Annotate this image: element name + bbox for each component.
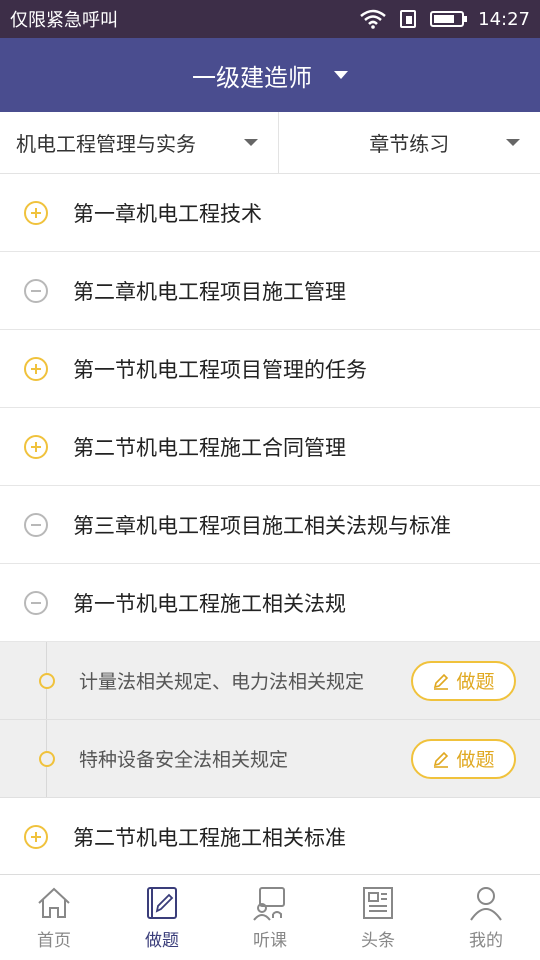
chapter-row[interactable]: 第二章机电工程项目施工管理 <box>0 252 540 330</box>
sim-icon <box>400 10 417 28</box>
newspaper-icon <box>363 887 393 919</box>
tab-lecture[interactable]: 听课 <box>216 875 324 960</box>
chapter-row[interactable]: 第二节机电工程施工合同管理 <box>0 408 540 486</box>
chapter-row[interactable]: 第一节机电工程施工相关法规 <box>0 564 540 642</box>
collapse-minus-icon[interactable] <box>24 512 48 537</box>
chevron-down-icon <box>506 139 520 146</box>
practice-button-label: 做题 <box>456 749 495 771</box>
tab-news[interactable]: 头条 <box>324 875 432 960</box>
battery-icon <box>430 11 468 27</box>
chapter-label: 第二节机电工程施工合同管理 <box>73 435 346 460</box>
clock-text: 14:27 <box>478 8 530 30</box>
title-bar[interactable]: 一级建造师 <box>0 38 540 112</box>
carrier-text: 仅限紧急呼叫 <box>10 10 118 31</box>
chapter-row[interactable]: 第一章机电工程技术 <box>0 174 540 252</box>
chevron-down-icon[interactable] <box>334 71 348 79</box>
expand-plus-icon[interactable] <box>24 824 48 849</box>
page-title: 一级建造师 <box>192 63 312 92</box>
tab-label: 做题 <box>145 931 179 951</box>
chapter-label: 第三章机电工程项目施工相关法规与标准 <box>73 513 451 538</box>
chapter-label: 第一章机电工程技术 <box>73 201 262 226</box>
chapter-label: 第二节机电工程施工相关标准 <box>73 825 346 850</box>
pencil-icon <box>434 673 449 690</box>
bottom-tab-bar: 首页 做题 听课 头条 我的 <box>0 874 540 960</box>
wifi-icon <box>360 9 386 29</box>
status-bar: 仅限紧急呼叫 14:27 <box>0 0 540 38</box>
lecture-icon <box>253 887 285 921</box>
collapse-minus-icon[interactable] <box>24 278 48 303</box>
tab-home[interactable]: 首页 <box>0 875 108 960</box>
tab-label: 头条 <box>361 931 395 951</box>
mode-filter-label: 章节练习 <box>369 132 450 156</box>
collapse-minus-icon[interactable] <box>24 590 48 615</box>
bullet-dot-icon <box>39 750 55 767</box>
subject-filter[interactable]: 机电工程管理与实务 <box>0 112 279 173</box>
tab-mine[interactable]: 我的 <box>432 875 540 960</box>
expand-plus-icon[interactable] <box>24 356 48 381</box>
chapter-row[interactable]: 第二节机电工程施工相关标准 <box>0 798 540 876</box>
chapter-label: 第二章机电工程项目施工管理 <box>73 279 346 304</box>
tab-label: 首页 <box>37 931 71 951</box>
practice-button[interactable]: 做题 <box>411 738 516 779</box>
section-label: 计量法相关规定、电力法相关规定 <box>79 671 365 693</box>
tab-label: 听课 <box>253 931 287 951</box>
filter-bar: 机电工程管理与实务 章节练习 <box>0 112 540 174</box>
tab-label: 我的 <box>469 931 503 951</box>
section-item: 计量法相关规定、电力法相关规定 做题 <box>0 642 540 720</box>
chapter-row[interactable]: 第一节机电工程项目管理的任务 <box>0 330 540 408</box>
chapter-label: 第一节机电工程项目管理的任务 <box>73 357 367 382</box>
pencil-icon <box>434 751 449 768</box>
practice-button[interactable]: 做题 <box>411 660 516 701</box>
expand-plus-icon[interactable] <box>24 200 48 225</box>
person-icon <box>470 887 502 921</box>
mode-filter[interactable]: 章节练习 <box>279 112 540 173</box>
subject-filter-label: 机电工程管理与实务 <box>16 132 196 156</box>
section-item: 特种设备安全法相关规定 做题 <box>0 720 540 798</box>
chapter-row[interactable]: 第三章机电工程项目施工相关法规与标准 <box>0 486 540 564</box>
section-label: 特种设备安全法相关规定 <box>79 749 289 771</box>
home-icon <box>38 887 70 918</box>
practice-button-label: 做题 <box>456 671 495 693</box>
chapter-list: 第一章机电工程技术 第二章机电工程项目施工管理 第一节机电工程项目管理的任务 第… <box>0 174 540 876</box>
tab-practice[interactable]: 做题 <box>108 875 216 960</box>
chevron-down-icon <box>243 139 258 146</box>
status-icons: 14:27 <box>360 9 530 30</box>
notebook-pencil-icon <box>147 887 177 919</box>
expand-plus-icon[interactable] <box>24 434 48 459</box>
chapter-label: 第一节机电工程施工相关法规 <box>73 591 346 616</box>
bullet-dot-icon <box>39 672 55 689</box>
